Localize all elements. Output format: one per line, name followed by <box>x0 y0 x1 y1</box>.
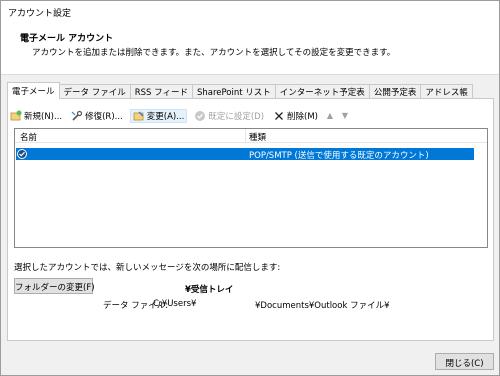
delivery-description: 選択したアカウントでは、新しいメッセージを次の場所に配信します: <box>14 263 281 273</box>
set-default-button-label: 既定に設定(D) <box>208 112 265 122</box>
repair-button-label: 修復(R)... <box>85 112 123 122</box>
list-header: 名前 種類 <box>15 129 487 143</box>
column-header-name[interactable]: 名前 <box>20 131 37 143</box>
tab-rss-feeds[interactable]: RSS フィード <box>129 84 193 99</box>
column-header-type[interactable]: 種類 <box>249 131 266 143</box>
move-down-icon[interactable]: ▼ <box>340 110 350 122</box>
set-default-button[interactable]: 既定に設定(D) <box>192 109 266 123</box>
account-type: POP/SMTP (送信で使用する既定のアカウント) <box>249 151 429 161</box>
check-circle-icon <box>194 110 206 122</box>
delete-button[interactable]: 削除(M) <box>271 109 320 123</box>
change-button[interactable]: 変更(A)... <box>129 109 188 123</box>
title-bar: アカウント設定 <box>1 1 499 21</box>
tab-address-books[interactable]: アドレス帳 <box>420 84 473 99</box>
list-item[interactable]: POP/SMTP (送信で使用する既定のアカウント) <box>16 148 474 161</box>
tab-published-calendars[interactable]: 公開予定表 <box>368 84 422 99</box>
account-list[interactable]: 名前 種類 POP/SMTP (送信で使用する既定のアカウント) <box>14 128 488 248</box>
tab-sharepoint-lists[interactable]: SharePoint リスト <box>191 84 276 99</box>
account-toolbar: 新規(N)... 修復(R)... 変更(A)... 既定に設定(D) 削除(M… <box>8 109 355 123</box>
header-area: 電子メール アカウント アカウントを追加または削除できます。また、アカウントを選… <box>1 21 499 75</box>
tab-data-files[interactable]: データ ファイル <box>58 84 131 99</box>
column-separator <box>245 129 246 143</box>
new-button-label: 新規(N)... <box>24 112 63 122</box>
tab-internet-calendars[interactable]: インターネット予定表 <box>274 84 370 99</box>
header-description: アカウントを追加または削除できます。また、アカウントを選択してその設定を変更でき… <box>32 48 396 58</box>
change-account-icon <box>133 110 145 122</box>
wrench-icon <box>71 110 83 122</box>
change-folder-button[interactable]: フォルダーの変更(F) <box>14 278 95 294</box>
delete-button-label: 削除(M) <box>287 112 318 122</box>
move-up-icon[interactable]: ▲ <box>325 110 335 122</box>
delete-x-icon <box>273 110 285 122</box>
repair-button[interactable]: 修復(R)... <box>69 109 125 123</box>
new-button[interactable]: 新規(N)... <box>8 109 64 123</box>
header-title: 電子メール アカウント <box>20 34 114 44</box>
tab-strip: 電子メール データ ファイル RSS フィード SharePoint リスト イ… <box>7 82 473 99</box>
data-file-path-suffix: ¥Documents¥Outlook ファイル¥ <box>255 301 390 311</box>
close-button[interactable]: 閉じる(C) <box>435 353 494 370</box>
data-file-path: C:¥Users¥ <box>153 299 197 309</box>
default-account-check-icon <box>17 149 27 159</box>
window-title: アカウント設定 <box>8 9 72 19</box>
new-account-icon <box>10 110 22 122</box>
account-settings-window: アカウント設定 電子メール アカウント アカウントを追加または削除できます。また… <box>0 0 500 376</box>
inbox-folder-label: ¥受信トレイ <box>185 285 234 295</box>
change-button-label: 変更(A)... <box>146 112 185 122</box>
tab-email[interactable]: 電子メール <box>7 82 60 99</box>
